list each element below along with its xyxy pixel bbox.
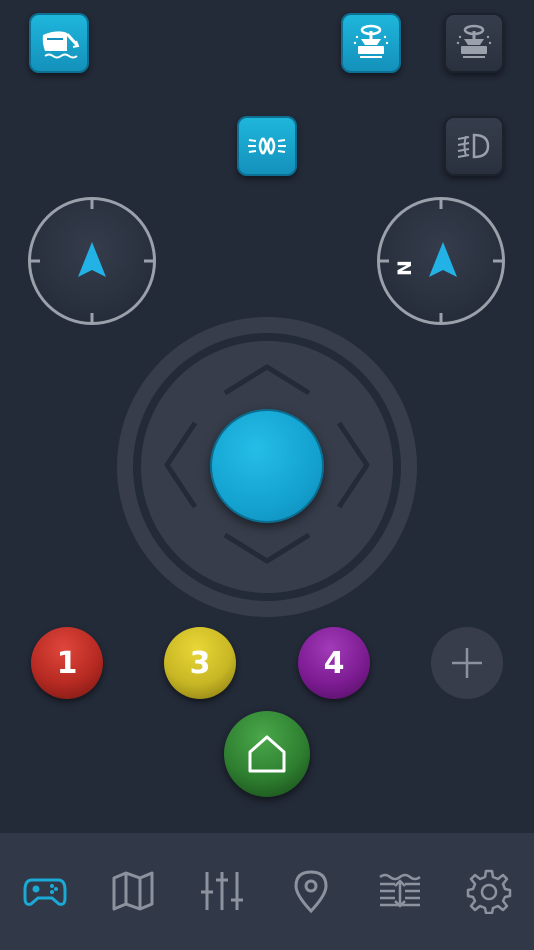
chevron-down-icon xyxy=(223,532,311,564)
heading-arrow-icon xyxy=(78,242,106,277)
waypoint-label: 4 xyxy=(323,645,345,681)
heading-compass xyxy=(28,197,156,325)
waypoint-label: 3 xyxy=(189,645,211,681)
tab-depth[interactable] xyxy=(375,866,425,916)
tab-settings-sliders[interactable] xyxy=(197,866,247,916)
location-pin-icon xyxy=(294,870,328,914)
tab-map[interactable] xyxy=(108,866,158,916)
tab-joystick[interactable] xyxy=(20,866,70,916)
gamepad-icon xyxy=(23,878,67,906)
settings-gear-icon xyxy=(466,869,512,914)
waypoint-button-3[interactable]: 3 xyxy=(164,627,236,699)
nav-lights-button[interactable] xyxy=(237,116,297,176)
plus-icon xyxy=(452,648,482,678)
north-compass: N xyxy=(377,197,505,325)
add-waypoint-button[interactable] xyxy=(431,627,503,699)
north-arrow-icon xyxy=(429,242,457,277)
waypoint-button-1[interactable]: 1 xyxy=(31,627,103,699)
fog-light-button[interactable] xyxy=(444,116,504,176)
chevron-up-icon xyxy=(223,364,311,396)
anchor-winch-button-1[interactable] xyxy=(341,13,401,73)
depth-icon xyxy=(379,873,421,908)
anchor-winch-active-icon xyxy=(353,24,389,58)
joystick-knob[interactable] xyxy=(210,409,324,523)
waypoint-label: 1 xyxy=(56,645,78,681)
north-label: N xyxy=(394,260,416,276)
home-button[interactable] xyxy=(224,711,310,797)
anchor-winch-button-2[interactable] xyxy=(444,13,504,73)
boat-trim-icon xyxy=(42,31,80,59)
chevron-right-icon xyxy=(336,421,370,509)
sliders-icon xyxy=(201,872,243,910)
map-icon xyxy=(112,871,154,911)
waypoint-button-4[interactable]: 4 xyxy=(298,627,370,699)
chevron-left-icon xyxy=(164,421,198,509)
anchor-winch-inactive-icon xyxy=(456,24,492,58)
bottom-tab-bar xyxy=(0,833,534,950)
tab-settings[interactable] xyxy=(464,866,514,916)
nav-lights-icon xyxy=(248,137,286,155)
boat-trim-button[interactable] xyxy=(29,13,89,73)
fog-light-icon xyxy=(457,133,490,159)
tab-location[interactable] xyxy=(286,866,336,916)
home-icon xyxy=(248,735,286,773)
